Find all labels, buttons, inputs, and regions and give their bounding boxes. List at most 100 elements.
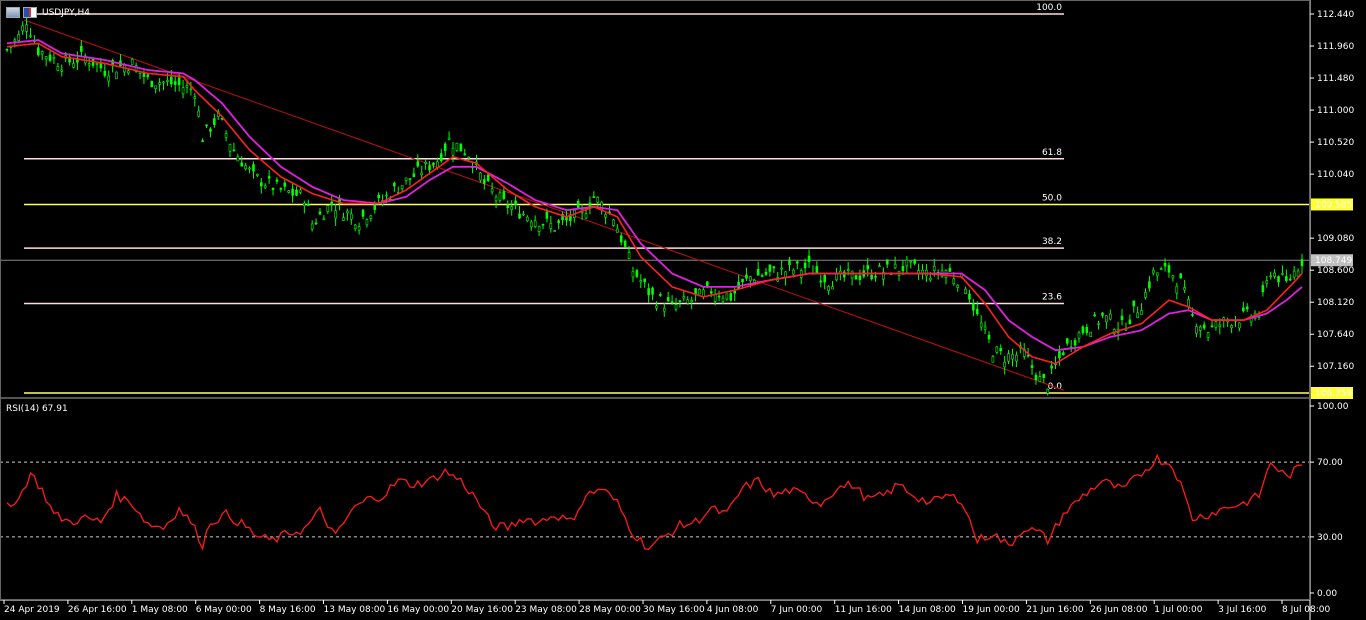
- candle-body: [537, 226, 541, 232]
- candle-body: [56, 66, 60, 71]
- candle-body: [616, 228, 619, 233]
- candle-body: [13, 39, 17, 42]
- candle-body: [721, 297, 725, 303]
- candle-body: [416, 161, 420, 167]
- candle-body: [197, 110, 201, 117]
- rsi-pane: [0, 453, 1309, 551]
- time-tick-label: 11 Jun 16:00: [835, 605, 892, 615]
- candle-body: [909, 260, 913, 263]
- candle-body: [256, 173, 259, 176]
- candle-body: [866, 265, 870, 270]
- candle-body: [263, 185, 267, 189]
- candle-body: [1171, 275, 1175, 279]
- candle-body: [792, 269, 795, 275]
- candle-body: [1081, 326, 1085, 334]
- rsi-tick-label: 100.00: [1317, 402, 1349, 412]
- candle-body: [494, 196, 498, 202]
- candle-body: [764, 271, 768, 275]
- candle-body: [177, 77, 181, 86]
- candle-body: [1195, 326, 1198, 334]
- candle-body: [647, 288, 650, 296]
- candle-body: [25, 24, 28, 32]
- candle-body: [72, 63, 75, 68]
- candle-body: [662, 307, 666, 312]
- candle-body: [1191, 314, 1194, 316]
- candle-body: [1179, 273, 1183, 279]
- candle-body: [612, 219, 615, 226]
- candle-body: [1120, 315, 1124, 321]
- candle-body: [557, 220, 560, 224]
- candle-body: [48, 54, 52, 61]
- candle-body: [1089, 331, 1093, 337]
- candle-body: [158, 82, 161, 85]
- candle-body: [393, 182, 396, 187]
- candle-body: [659, 294, 662, 296]
- candle-body: [991, 356, 995, 363]
- candle-body: [522, 213, 525, 216]
- candle-body: [678, 300, 682, 302]
- candle-body: [1132, 300, 1136, 307]
- candle-body: [1163, 263, 1167, 267]
- fib-label-23-6: 23.6: [1042, 293, 1062, 303]
- candle-body: [1030, 365, 1034, 368]
- candle-body: [146, 74, 150, 78]
- candle-body: [1034, 374, 1038, 380]
- candle-body: [377, 194, 380, 199]
- chart-frame: [0, 0, 1310, 600]
- candle-body: [1281, 273, 1284, 275]
- candle-body: [1159, 268, 1163, 271]
- candle-body: [717, 295, 721, 298]
- price-tick-label: 108.600: [1317, 266, 1354, 276]
- candle-body: [858, 275, 862, 280]
- candle-body: [107, 75, 111, 82]
- candle-body: [1175, 285, 1179, 294]
- candle-body: [502, 191, 506, 199]
- candle-body: [424, 161, 427, 164]
- candle-body: [854, 275, 858, 280]
- candle-body: [741, 278, 744, 283]
- candle-body: [1065, 338, 1069, 344]
- candle-body: [490, 188, 494, 193]
- candle-body: [674, 304, 678, 310]
- candle-body: [706, 281, 709, 286]
- candle-body: [506, 204, 510, 209]
- fib-0-price-label: 106.759: [1315, 389, 1352, 399]
- candle-body: [326, 205, 330, 212]
- candle-body: [1148, 281, 1151, 289]
- candle-body: [443, 143, 447, 151]
- candle-body: [1136, 312, 1139, 319]
- candle-body: [1265, 280, 1269, 284]
- candle-body: [670, 301, 674, 303]
- time-tick-label: 1 May 08:00: [132, 605, 188, 615]
- candle-body: [260, 182, 263, 187]
- time-tick-label: 20 May 16:00: [451, 605, 513, 615]
- time-tick-label: 13 May 08:00: [324, 605, 386, 615]
- candle-body: [1210, 325, 1214, 328]
- candle-body: [1167, 265, 1171, 273]
- candle-body: [760, 275, 764, 277]
- candle-body: [173, 81, 177, 85]
- candle-body: [44, 56, 48, 60]
- candle-body: [1007, 353, 1010, 362]
- chart-canvas: 100.061.850.038.223.60.0 112.440111.9601…: [0, 0, 1354, 620]
- candle-body: [244, 165, 247, 170]
- candle-body: [1026, 354, 1030, 357]
- candle-body: [170, 76, 173, 85]
- candle-body: [999, 348, 1003, 352]
- candle-body: [1015, 354, 1018, 362]
- candle-body: [87, 63, 91, 66]
- chart-window-icon[interactable]: [6, 7, 20, 18]
- candle-body: [1288, 278, 1292, 281]
- candle-body: [275, 179, 279, 182]
- candle-body: [365, 219, 369, 226]
- candle-body: [283, 182, 287, 187]
- candle-body: [1152, 269, 1155, 274]
- time-tick-label: 14 Jun 08:00: [899, 605, 956, 615]
- candle-body: [631, 271, 635, 278]
- candle-body: [1198, 326, 1202, 331]
- candle-body: [823, 274, 826, 283]
- candle-body: [17, 34, 21, 41]
- time-tick-label: 1 Jul 00:00: [1154, 605, 1203, 615]
- candle-body: [295, 189, 298, 196]
- candle-body: [576, 200, 580, 209]
